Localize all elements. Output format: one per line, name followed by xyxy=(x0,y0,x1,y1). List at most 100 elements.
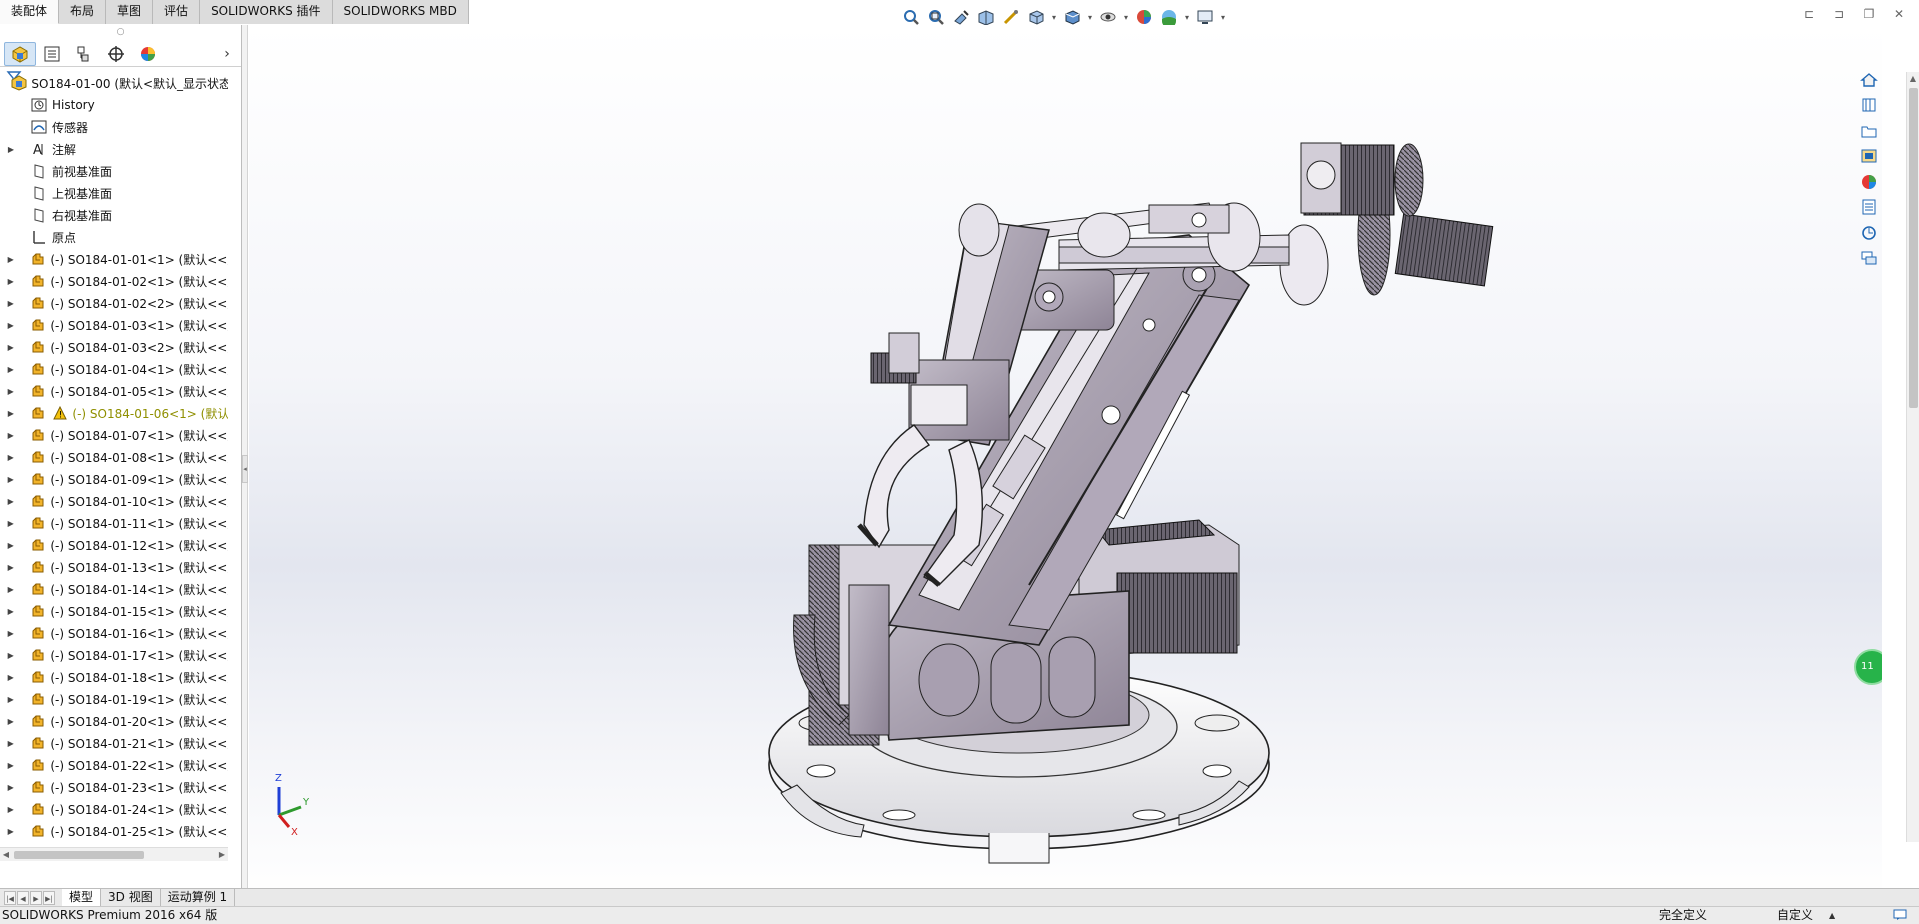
tile-left-icon[interactable]: ⊏ xyxy=(1801,6,1817,22)
tree-component[interactable]: ▶ (-) SO184-01-23<1> (默认<<默 xyxy=(0,776,228,798)
first-tab-icon[interactable]: |◀ xyxy=(4,890,16,905)
expand-arrow-icon[interactable]: ▶ xyxy=(6,783,15,792)
forum-icon[interactable] xyxy=(1858,248,1880,270)
scroll-thumb[interactable] xyxy=(1909,88,1918,408)
expand-arrow-icon[interactable]: ▶ xyxy=(6,673,15,682)
units-caret-icon[interactable]: ▲ xyxy=(1829,907,1835,924)
scroll-up-icon[interactable]: ▲ xyxy=(1907,72,1919,86)
tree-component[interactable]: ▶ (-) SO184-01-10<1> (默认<<默 xyxy=(0,490,228,512)
expand-arrow-icon[interactable]: ▶ xyxy=(6,761,15,770)
property-manager-tab[interactable] xyxy=(36,42,68,66)
expand-arrow-icon[interactable]: ▶ xyxy=(6,343,15,352)
tree-component[interactable]: ▶! (-) SO184-01-06<1> (默认- xyxy=(0,402,228,424)
tree-component[interactable]: ▶ (-) SO184-01-14<1> (默认<<默 xyxy=(0,578,228,600)
tree-item[interactable]: 传感器 xyxy=(0,116,228,138)
command-tab[interactable]: SOLIDWORKS MBD xyxy=(332,0,469,24)
graphics-area[interactable]: Z Y X 11 xyxy=(249,25,1882,897)
command-tab[interactable]: 布局 xyxy=(59,0,107,24)
last-tab-icon[interactable]: ▶| xyxy=(43,890,55,905)
expand-arrow-icon[interactable]: ▶ xyxy=(6,145,16,154)
notification-badge[interactable]: 11 xyxy=(1854,649,1882,685)
design-library-icon[interactable] xyxy=(1858,95,1880,117)
dimxpert-manager-tab[interactable] xyxy=(100,42,132,66)
tree-horizontal-scrollbar[interactable]: ◀ ▶ xyxy=(0,847,228,861)
expand-arrow-icon[interactable]: ▶ xyxy=(6,299,15,308)
tree-root-assembly[interactable]: SO184-01-00 (默认<默认_显示状态- xyxy=(0,72,228,94)
tree-component[interactable]: ▶ (-) SO184-01-11<1> (默认<<默 xyxy=(0,512,228,534)
units-selector[interactable]: 自定义 xyxy=(1777,907,1813,924)
expand-arrow-icon[interactable]: ▶ xyxy=(6,365,15,374)
custom-properties-icon[interactable] xyxy=(1858,197,1880,219)
tree-component[interactable]: ▶ (-) SO184-01-17<1> (默认<<默 xyxy=(0,644,228,666)
tree-component[interactable]: ▶ (-) SO184-01-02<2> (默认<<默 xyxy=(0,292,228,314)
expand-arrow-icon[interactable]: ▶ xyxy=(6,607,15,616)
expand-arrow-icon[interactable]: ▶ xyxy=(6,475,15,484)
tree-component[interactable]: ▶ (-) SO184-01-12<1> (默认<<默 xyxy=(0,534,228,556)
appearances-icon[interactable] xyxy=(1858,171,1880,193)
configuration-manager-tab[interactable] xyxy=(68,42,100,66)
expand-arrow-icon[interactable]: ▶ xyxy=(6,541,15,550)
tree-component[interactable]: ▶ (-) SO184-01-01<1> (默认<<默 xyxy=(0,248,228,270)
tree-component[interactable]: ▶ (-) SO184-01-18<1> (默认<<默 xyxy=(0,666,228,688)
tree-component[interactable]: ▶ (-) SO184-01-04<1> (默认<<默 xyxy=(0,358,228,380)
expand-arrow-icon[interactable]: ▶ xyxy=(6,321,15,330)
tree-vertical-scrollbar[interactable]: ▲ xyxy=(1906,72,1919,842)
scroll-right-icon[interactable]: ▶ xyxy=(216,848,228,862)
scroll-left-icon[interactable]: ◀ xyxy=(0,848,12,862)
tree-component[interactable]: ▶ (-) SO184-01-03<1> (默认<<默 xyxy=(0,314,228,336)
command-tab[interactable]: 装配体 xyxy=(0,0,60,24)
expand-arrow-icon[interactable]: ▶ xyxy=(6,453,15,462)
panel-grip[interactable]: ○ xyxy=(0,25,241,41)
tree-component[interactable]: ▶ (-) SO184-01-13<1> (默认<<默 xyxy=(0,556,228,578)
tree-component[interactable]: ▶ (-) SO184-01-09<1> (默认<<默 xyxy=(0,468,228,490)
tree-item[interactable]: ▶ A 注解 xyxy=(0,138,228,160)
resources-icon[interactable] xyxy=(1858,222,1880,244)
command-tab[interactable]: 评估 xyxy=(153,0,201,24)
help-chat-icon[interactable] xyxy=(1893,909,1907,924)
expand-arrow-icon[interactable]: ▶ xyxy=(6,409,16,418)
tree-item[interactable]: 原点 xyxy=(0,226,228,248)
bottom-tab[interactable]: 3D 视图 xyxy=(101,889,161,906)
panel-splitter[interactable]: ◂ xyxy=(242,25,248,897)
expand-arrow-icon[interactable]: ▶ xyxy=(6,805,15,814)
tree-component[interactable]: ▶ (-) SO184-01-20<1> (默认<<默 xyxy=(0,710,228,732)
view-palette-icon[interactable] xyxy=(1858,146,1880,168)
expand-arrow-icon[interactable]: ▶ xyxy=(6,563,15,572)
tree-item[interactable]: History xyxy=(0,94,228,116)
more-tabs-chevron-icon[interactable]: › xyxy=(219,46,235,62)
command-tab[interactable]: 草图 xyxy=(106,0,154,24)
tree-component[interactable]: ▶ (-) SO184-01-22<1> (默认<<默 xyxy=(0,754,228,776)
tree-component[interactable]: ▶ (-) SO184-01-19<1> (默认<<默 xyxy=(0,688,228,710)
tree-component[interactable]: ▶ (-) SO184-01-16<1> (默认<<默 xyxy=(0,622,228,644)
tree-item[interactable]: 右视基准面 xyxy=(0,204,228,226)
home-icon[interactable] xyxy=(1858,69,1880,91)
display-manager-tab[interactable] xyxy=(132,42,164,66)
feature-manager-tab[interactable] xyxy=(4,41,36,66)
file-explorer-icon[interactable] xyxy=(1858,120,1880,142)
expand-arrow-icon[interactable]: ▶ xyxy=(6,585,15,594)
expand-arrow-icon[interactable]: ▶ xyxy=(6,519,15,528)
tree-item[interactable]: 前视基准面 xyxy=(0,160,228,182)
expand-arrow-icon[interactable]: ▶ xyxy=(6,695,15,704)
expand-arrow-icon[interactable]: ▶ xyxy=(6,827,15,836)
prev-tab-icon[interactable]: ◀ xyxy=(17,890,29,905)
tree-component[interactable]: ▶ (-) SO184-01-05<1> (默认<<默 xyxy=(0,380,228,402)
expand-arrow-icon[interactable]: ▶ xyxy=(6,497,15,506)
tree-component[interactable]: ▶ (-) SO184-01-07<1> (默认<<默 xyxy=(0,424,228,446)
expand-arrow-icon[interactable]: ▶ xyxy=(6,629,15,638)
tree-item[interactable]: 上视基准面 xyxy=(0,182,228,204)
expand-arrow-icon[interactable]: ▶ xyxy=(6,277,15,286)
tree-component[interactable]: ▶ (-) SO184-01-02<1> (默认<<默 xyxy=(0,270,228,292)
collapse-panel-icon[interactable]: ◂ xyxy=(242,455,248,483)
tree-component[interactable]: ▶ (-) SO184-01-21<1> (默认<<默 xyxy=(0,732,228,754)
hscroll-thumb[interactable] xyxy=(14,851,144,859)
tree-component[interactable]: ▶ (-) SO184-01-24<1> (默认<<默 xyxy=(0,798,228,820)
bottom-tab[interactable]: 模型 xyxy=(62,889,102,906)
tree-component[interactable]: ▶ (-) SO184-01-03<2> (默认<<默 xyxy=(0,336,228,358)
bottom-tab[interactable]: 运动算例 1 xyxy=(161,889,236,906)
robot-arm-model[interactable]: Z Y X xyxy=(249,25,1882,897)
expand-arrow-icon[interactable]: ▶ xyxy=(6,255,15,264)
restore-window-icon[interactable]: ❐ xyxy=(1861,6,1877,22)
tile-right-icon[interactable]: ⊐ xyxy=(1831,6,1847,22)
close-window-icon[interactable]: ✕ xyxy=(1891,6,1907,22)
